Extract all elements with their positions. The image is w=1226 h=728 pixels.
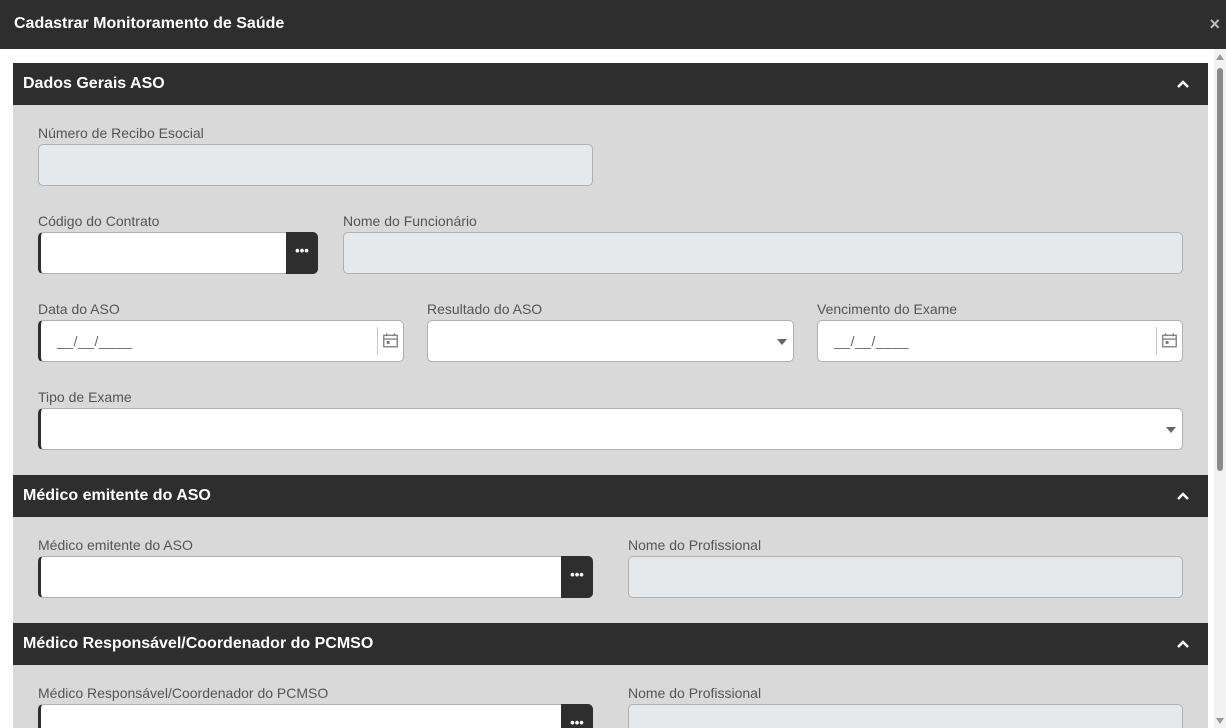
tipo-exame-label: Tipo de Exame	[38, 389, 132, 405]
contrato-label: Código do Contrato	[38, 213, 160, 229]
funcionario-label: Nome do Funcionário	[343, 213, 477, 229]
chevron-down-icon[interactable]	[1166, 427, 1176, 433]
profissional-label: Nome do Profissional	[628, 537, 762, 553]
chevron-up-icon[interactable]	[1176, 489, 1190, 503]
modal-titlebar: Cadastrar Monitoramento de Saúde ×	[0, 0, 1226, 49]
calendar-icon[interactable]	[377, 327, 403, 355]
vencimento-exame-field[interactable]: __/__/____	[817, 320, 1183, 362]
section-header-dados-gerais[interactable]: Dados Gerais ASO	[13, 63, 1208, 105]
chevron-up-icon[interactable]	[1176, 637, 1190, 651]
vencimento-label: Vencimento do Exame	[817, 301, 958, 317]
date-mask: __/__/____	[834, 333, 910, 349]
section-header-medico-emitente[interactable]: Médico emitente do ASO	[13, 475, 1208, 517]
scroll-up-icon[interactable]	[1216, 54, 1224, 60]
medico-emitente-field[interactable]	[38, 556, 563, 598]
scroll-down-icon[interactable]	[1216, 718, 1224, 724]
medico-emitente-lookup-button[interactable]: •••	[561, 556, 593, 598]
data-aso-field[interactable]: __/__/____	[38, 320, 404, 362]
section-body-medico-emitente: Médico emitente do ASO ••• Nome do Profi…	[13, 517, 1208, 623]
medico-responsavel-lookup-button[interactable]: •••	[561, 704, 593, 728]
section-title: Médico Responsável/Coordenador do PCMSO	[23, 635, 374, 652]
section-header-medico-responsavel[interactable]: Médico Responsável/Coordenador do PCMSO	[13, 623, 1208, 665]
medico-responsavel-label: Médico Responsável/Coordenador do PCMSO	[38, 685, 329, 701]
nome-profissional-field[interactable]	[628, 704, 1183, 728]
section-title: Médico emitente do ASO	[23, 487, 211, 504]
recibo-label: Número de Recibo Esocial	[38, 125, 204, 141]
modal-title: Cadastrar Monitoramento de Saúde	[14, 15, 285, 32]
medico-emitente-label: Médico emitente do ASO	[38, 537, 193, 553]
recibo-esocial-field[interactable]	[38, 144, 593, 186]
modal-content: Dados Gerais ASO Número de Recibo Esocia…	[0, 49, 1214, 728]
codigo-contrato-field[interactable]	[38, 232, 288, 274]
calendar-icon[interactable]	[1156, 327, 1182, 355]
vertical-scrollbar[interactable]	[1214, 49, 1226, 728]
medico-responsavel-field[interactable]	[38, 704, 563, 728]
scroll-thumb[interactable]	[1217, 68, 1223, 471]
tipo-exame-select[interactable]	[38, 408, 1183, 450]
section-body-dados-gerais: Número de Recibo Esocial Código do Contr…	[13, 105, 1208, 475]
resultado-label: Resultado do ASO	[427, 301, 543, 317]
contrato-lookup-button[interactable]: •••	[286, 232, 318, 274]
close-icon[interactable]: ×	[1209, 15, 1220, 33]
section-body-medico-responsavel: Médico Responsável/Coordenador do PCMSO …	[13, 665, 1208, 728]
nome-funcionario-field[interactable]	[343, 232, 1183, 274]
chevron-up-icon[interactable]	[1176, 77, 1190, 91]
section-title: Dados Gerais ASO	[23, 75, 165, 92]
chevron-down-icon[interactable]	[777, 339, 787, 345]
profissional-label: Nome do Profissional	[628, 685, 762, 701]
data-aso-label: Data do ASO	[38, 301, 120, 317]
nome-profissional-field[interactable]	[628, 556, 1183, 598]
resultado-aso-select[interactable]	[427, 320, 794, 362]
date-mask: __/__/____	[57, 333, 133, 349]
